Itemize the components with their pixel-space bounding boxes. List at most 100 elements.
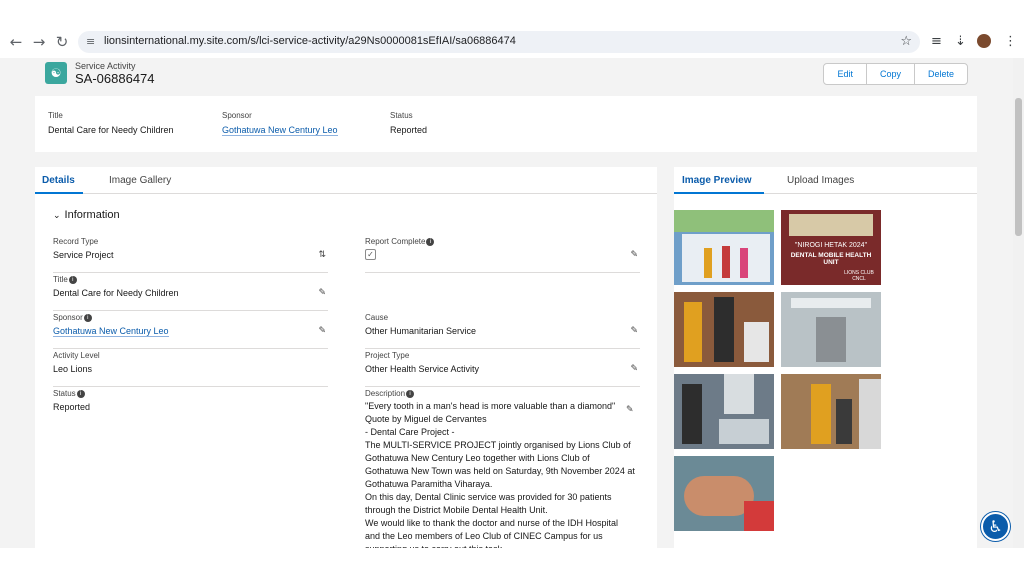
info-icon[interactable]: i <box>76 389 85 398</box>
cause-value: Other Humanitarian Service <box>365 326 477 336</box>
copy-button[interactable]: Copy <box>866 64 915 84</box>
highlight-sponsor-value: Gothatuwa New Century Leo <box>222 125 338 136</box>
active-tab-indicator <box>674 192 764 194</box>
highlight-sponsor-label: Sponsor <box>222 111 252 120</box>
banner-caption-line2: DENTAL MOBILE HEALTH UNIT <box>790 252 872 266</box>
change-record-type-icon[interactable]: ⇅ <box>318 250 326 260</box>
information-section-title: Information <box>64 209 120 221</box>
description-line: Quote by Miguel de Cervantes <box>365 414 487 424</box>
field-activity-level: Activity Level Leo Lions <box>53 349 328 387</box>
field-description: Description i <box>365 387 640 401</box>
pencil-edit-icon[interactable]: ✎ <box>318 288 326 298</box>
pencil-edit-icon[interactable]: ✎ <box>630 364 638 374</box>
tab-image-preview[interactable]: Image Preview <box>682 175 751 186</box>
highlight-title-value: Dental Care for Needy Children <box>48 125 174 135</box>
highlight-sponsor: Sponsor Gothatuwa New Century Leo <box>222 111 338 136</box>
gallery-image[interactable] <box>674 292 774 367</box>
description-label-text: Description <box>365 389 406 398</box>
details-tabs: Details Image Gallery <box>35 167 657 194</box>
banner-caption-line1: "NIROGI HETAK 2024" <box>794 242 868 249</box>
sponsor-label: Sponsor i <box>53 313 92 322</box>
bottom-bar <box>0 548 1024 576</box>
image-tabs: Image Preview Upload Images <box>674 167 977 194</box>
information-section-toggle[interactable]: ⌄ Information <box>53 209 120 221</box>
info-icon[interactable]: i <box>426 237 435 246</box>
info-icon[interactable]: i <box>68 275 77 284</box>
active-tab-indicator <box>35 192 83 194</box>
report-complete-label-text: Report Complete <box>365 237 426 246</box>
site-info-icon[interactable]: ≡ <box>86 35 95 48</box>
description-line: We would like to thank the doctor and nu… <box>365 518 618 548</box>
gallery-image[interactable] <box>674 210 774 285</box>
title-value: Dental Care for Needy Children <box>53 288 179 298</box>
accessibility-icon[interactable]: ♿ <box>981 512 1010 541</box>
service-activity-icon: ☯ <box>45 62 67 84</box>
highlight-title: Title Dental Care for Needy Children <box>48 111 174 135</box>
record-type-value: Service Project <box>53 250 114 260</box>
delete-button[interactable]: Delete <box>914 64 967 84</box>
field-sponsor: Sponsor i Gothatuwa New Century Leo ✎ <box>53 311 328 349</box>
edit-button[interactable]: Edit <box>824 64 867 84</box>
activity-level-label: Activity Level <box>53 351 100 360</box>
report-complete-checkbox[interactable]: ✓ <box>365 249 376 260</box>
pencil-edit-icon[interactable]: ✎ <box>630 326 638 336</box>
info-icon[interactable]: i <box>83 313 92 322</box>
reload-icon[interactable]: ↻ <box>54 34 70 50</box>
field-report-complete: Report Complete i ✓ ✎ <box>365 235 640 273</box>
vertical-scrollbar[interactable] <box>1013 58 1024 548</box>
back-arrow-icon[interactable]: ← <box>8 34 24 50</box>
tab-details[interactable]: Details <box>42 175 75 186</box>
tab-upload-images[interactable]: Upload Images <box>787 175 854 186</box>
description-value: "Every tooth in a man's head is more val… <box>365 400 635 548</box>
sponsor-label-text: Sponsor <box>53 313 83 322</box>
project-type-label: Project Type <box>365 351 410 360</box>
record-name: SA-06886474 <box>75 71 155 86</box>
bookmark-star-icon[interactable]: ☆ <box>900 34 912 49</box>
info-icon[interactable]: i <box>406 389 415 398</box>
status-label-text: Status <box>53 389 76 398</box>
media-icon[interactable]: ≡ <box>931 34 942 49</box>
address-bar[interactable]: ≡ lionsinternational.my.site.com/s/lci-s… <box>78 31 920 53</box>
highlight-title-label: Title <box>48 111 63 120</box>
download-icon[interactable]: ⇣ <box>955 34 966 49</box>
status-value: Reported <box>53 402 91 412</box>
record-type-label: Service Activity <box>75 61 136 71</box>
forward-arrow-icon[interactable]: → <box>31 34 47 50</box>
browser-toolbar: ← → ↻ ≡ lionsinternational.my.site.com/s… <box>0 0 1024 58</box>
gallery-image[interactable] <box>781 292 881 367</box>
field-record-type: Record Type Service Project ⇅ <box>53 235 328 273</box>
gallery-image[interactable] <box>674 374 774 449</box>
chevron-down-icon: ⌄ <box>53 211 61 221</box>
description-line: The MULTI-SERVICE PROJECT jointly organi… <box>365 440 635 489</box>
description-line: On this day, Dental Clinic service was p… <box>365 492 612 515</box>
gallery-image[interactable] <box>781 374 881 449</box>
field-status: Status i Reported <box>53 387 328 425</box>
field-title: Title i Dental Care for Needy Children ✎ <box>53 273 328 311</box>
highlight-sponsor-link[interactable]: Gothatuwa New Century Leo <box>222 125 338 136</box>
kebab-menu-icon[interactable]: ⋮ <box>1004 34 1017 49</box>
description-line: - Dental Care Project - <box>365 427 455 437</box>
pencil-edit-icon[interactable]: ✎ <box>630 250 638 260</box>
sponsor-link[interactable]: Gothatuwa New Century Leo <box>53 326 169 337</box>
description-line: "Every tooth in a man's head is more val… <box>365 401 616 411</box>
details-card: Details Image Gallery ⌄ Information Recor… <box>35 167 657 548</box>
highlight-status: Status Reported <box>390 111 427 135</box>
highlights-panel: Title Dental Care for Needy Children Spo… <box>35 96 977 152</box>
gallery-image[interactable]: "NIROGI HETAK 2024" DENTAL MOBILE HEALTH… <box>781 210 881 285</box>
status-label: Status i <box>53 389 85 398</box>
field-cause: Cause Other Humanitarian Service ✎ <box>365 311 640 349</box>
record-actions: Edit Copy Delete <box>823 63 968 85</box>
scrollbar-thumb[interactable] <box>1015 98 1022 236</box>
title-label-text: Title <box>53 275 68 284</box>
gallery-image[interactable] <box>674 456 774 531</box>
pencil-edit-icon[interactable]: ✎ <box>318 326 326 336</box>
description-label: Description i <box>365 389 415 398</box>
record-type-label: Record Type <box>53 237 99 246</box>
highlight-status-label: Status <box>390 111 413 120</box>
profile-avatar[interactable] <box>977 34 991 48</box>
report-complete-label: Report Complete i <box>365 237 435 246</box>
activity-level-value: Leo Lions <box>53 364 93 374</box>
tab-image-gallery[interactable]: Image Gallery <box>109 175 171 186</box>
url-text[interactable]: lionsinternational.my.site.com/s/lci-ser… <box>104 35 516 47</box>
image-card: Image Preview Upload Images "NIROGI HETA… <box>674 167 977 548</box>
